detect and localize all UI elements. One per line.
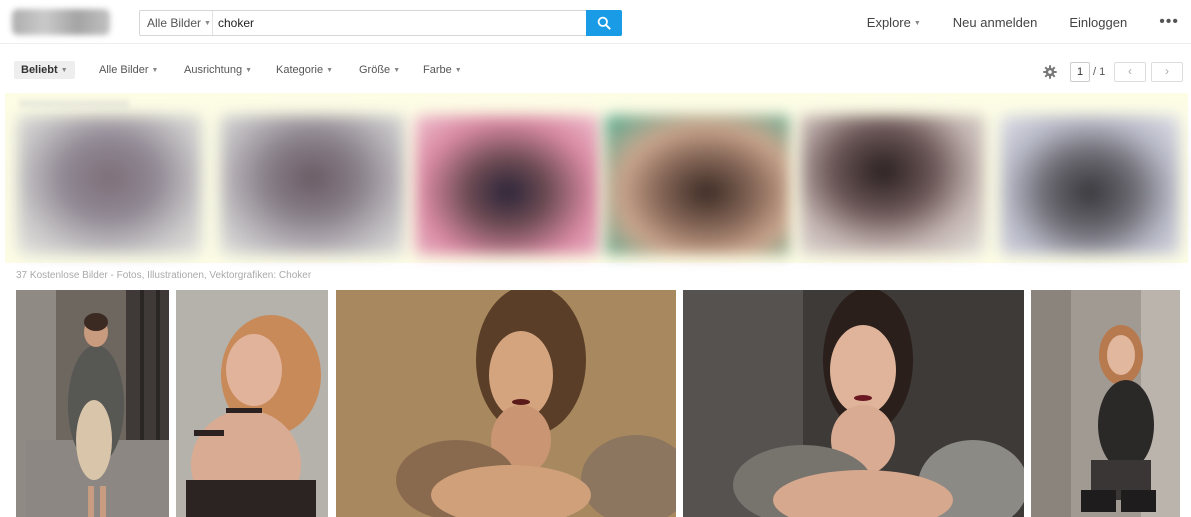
- results-summary: 37 Kostenlose Bilder - Fotos, Illustrati…: [16, 270, 312, 281]
- gear-icon[interactable]: [1043, 65, 1057, 79]
- category-filter-label: Kategorie: [276, 64, 324, 76]
- orientation-filter[interactable]: Ausrichtung ▼: [184, 64, 252, 76]
- photo-result[interactable]: [1031, 290, 1180, 517]
- color-filter[interactable]: Farbe ▼: [423, 64, 462, 76]
- search-scope-dropdown[interactable]: Alle Bilder ▼: [140, 11, 213, 35]
- next-page-button[interactable]: ›: [1151, 62, 1183, 82]
- search-scope-label: Alle Bilder: [147, 16, 202, 30]
- more-menu-icon[interactable]: •••: [1159, 13, 1179, 31]
- sort-filter-label: Beliebt: [21, 64, 58, 76]
- explore-menu[interactable]: Explore ▼: [867, 15, 921, 30]
- filter-bar: Beliebt ▼ Alle Bilder ▼ Ausrichtung ▼ Kateg…: [0, 58, 1191, 88]
- page-total: / 1: [1093, 66, 1106, 78]
- caret-down-icon: ▼: [60, 66, 68, 74]
- caret-down-icon: ▼: [393, 66, 401, 74]
- top-header: Alle Bilder▼ Explore▼ Neu anmelden Einlo…: [0, 0, 1191, 44]
- search-input[interactable]: [218, 13, 578, 33]
- photo-result[interactable]: [16, 290, 169, 517]
- type-filter-label: Alle Bilder: [99, 64, 149, 76]
- caret-down-icon: ▼: [151, 66, 159, 74]
- type-filter[interactable]: Alle Bilder ▼: [99, 64, 158, 76]
- search-icon: [597, 16, 611, 30]
- caret-down-icon: ▼: [326, 66, 334, 74]
- search-bar: Alle Bilder ▼: [139, 10, 622, 36]
- header-nav: Explore ▼ Neu anmelden Einloggen •••: [867, 0, 1191, 44]
- prev-page-button[interactable]: ‹: [1114, 62, 1146, 82]
- caret-down-icon: ▼: [913, 19, 921, 27]
- category-filter[interactable]: Kategorie ▼: [276, 64, 333, 76]
- register-link[interactable]: Neu anmelden: [953, 15, 1038, 30]
- login-link[interactable]: Einloggen: [1069, 15, 1127, 30]
- sponsored-images-strip: [5, 93, 1188, 263]
- sponsored-image[interactable]: [415, 115, 600, 255]
- caret-down-icon: ▼: [245, 66, 253, 74]
- color-filter-label: Farbe: [423, 64, 452, 76]
- sponsored-image[interactable]: [17, 115, 202, 255]
- caret-down-icon: ▼: [454, 66, 462, 74]
- caret-down-icon: ▼: [204, 19, 211, 27]
- photo-result[interactable]: [336, 290, 676, 517]
- sponsored-image[interactable]: [1000, 115, 1180, 255]
- sponsored-image[interactable]: [605, 115, 790, 255]
- search-button[interactable]: [586, 10, 622, 36]
- site-logo[interactable]: [12, 9, 110, 35]
- photo-result[interactable]: [176, 290, 328, 517]
- explore-label: Explore: [866, 14, 911, 30]
- size-filter[interactable]: Größe ▼: [359, 64, 400, 76]
- orientation-filter-label: Ausrichtung: [184, 64, 243, 76]
- sponsored-image[interactable]: [220, 115, 405, 255]
- sort-filter[interactable]: Beliebt ▼: [14, 61, 75, 79]
- sponsored-image[interactable]: [800, 115, 985, 255]
- page-number-input[interactable]: 1: [1070, 62, 1090, 82]
- sponsored-label: [19, 99, 129, 108]
- photo-result[interactable]: [683, 290, 1024, 517]
- size-filter-label: Größe: [359, 64, 391, 76]
